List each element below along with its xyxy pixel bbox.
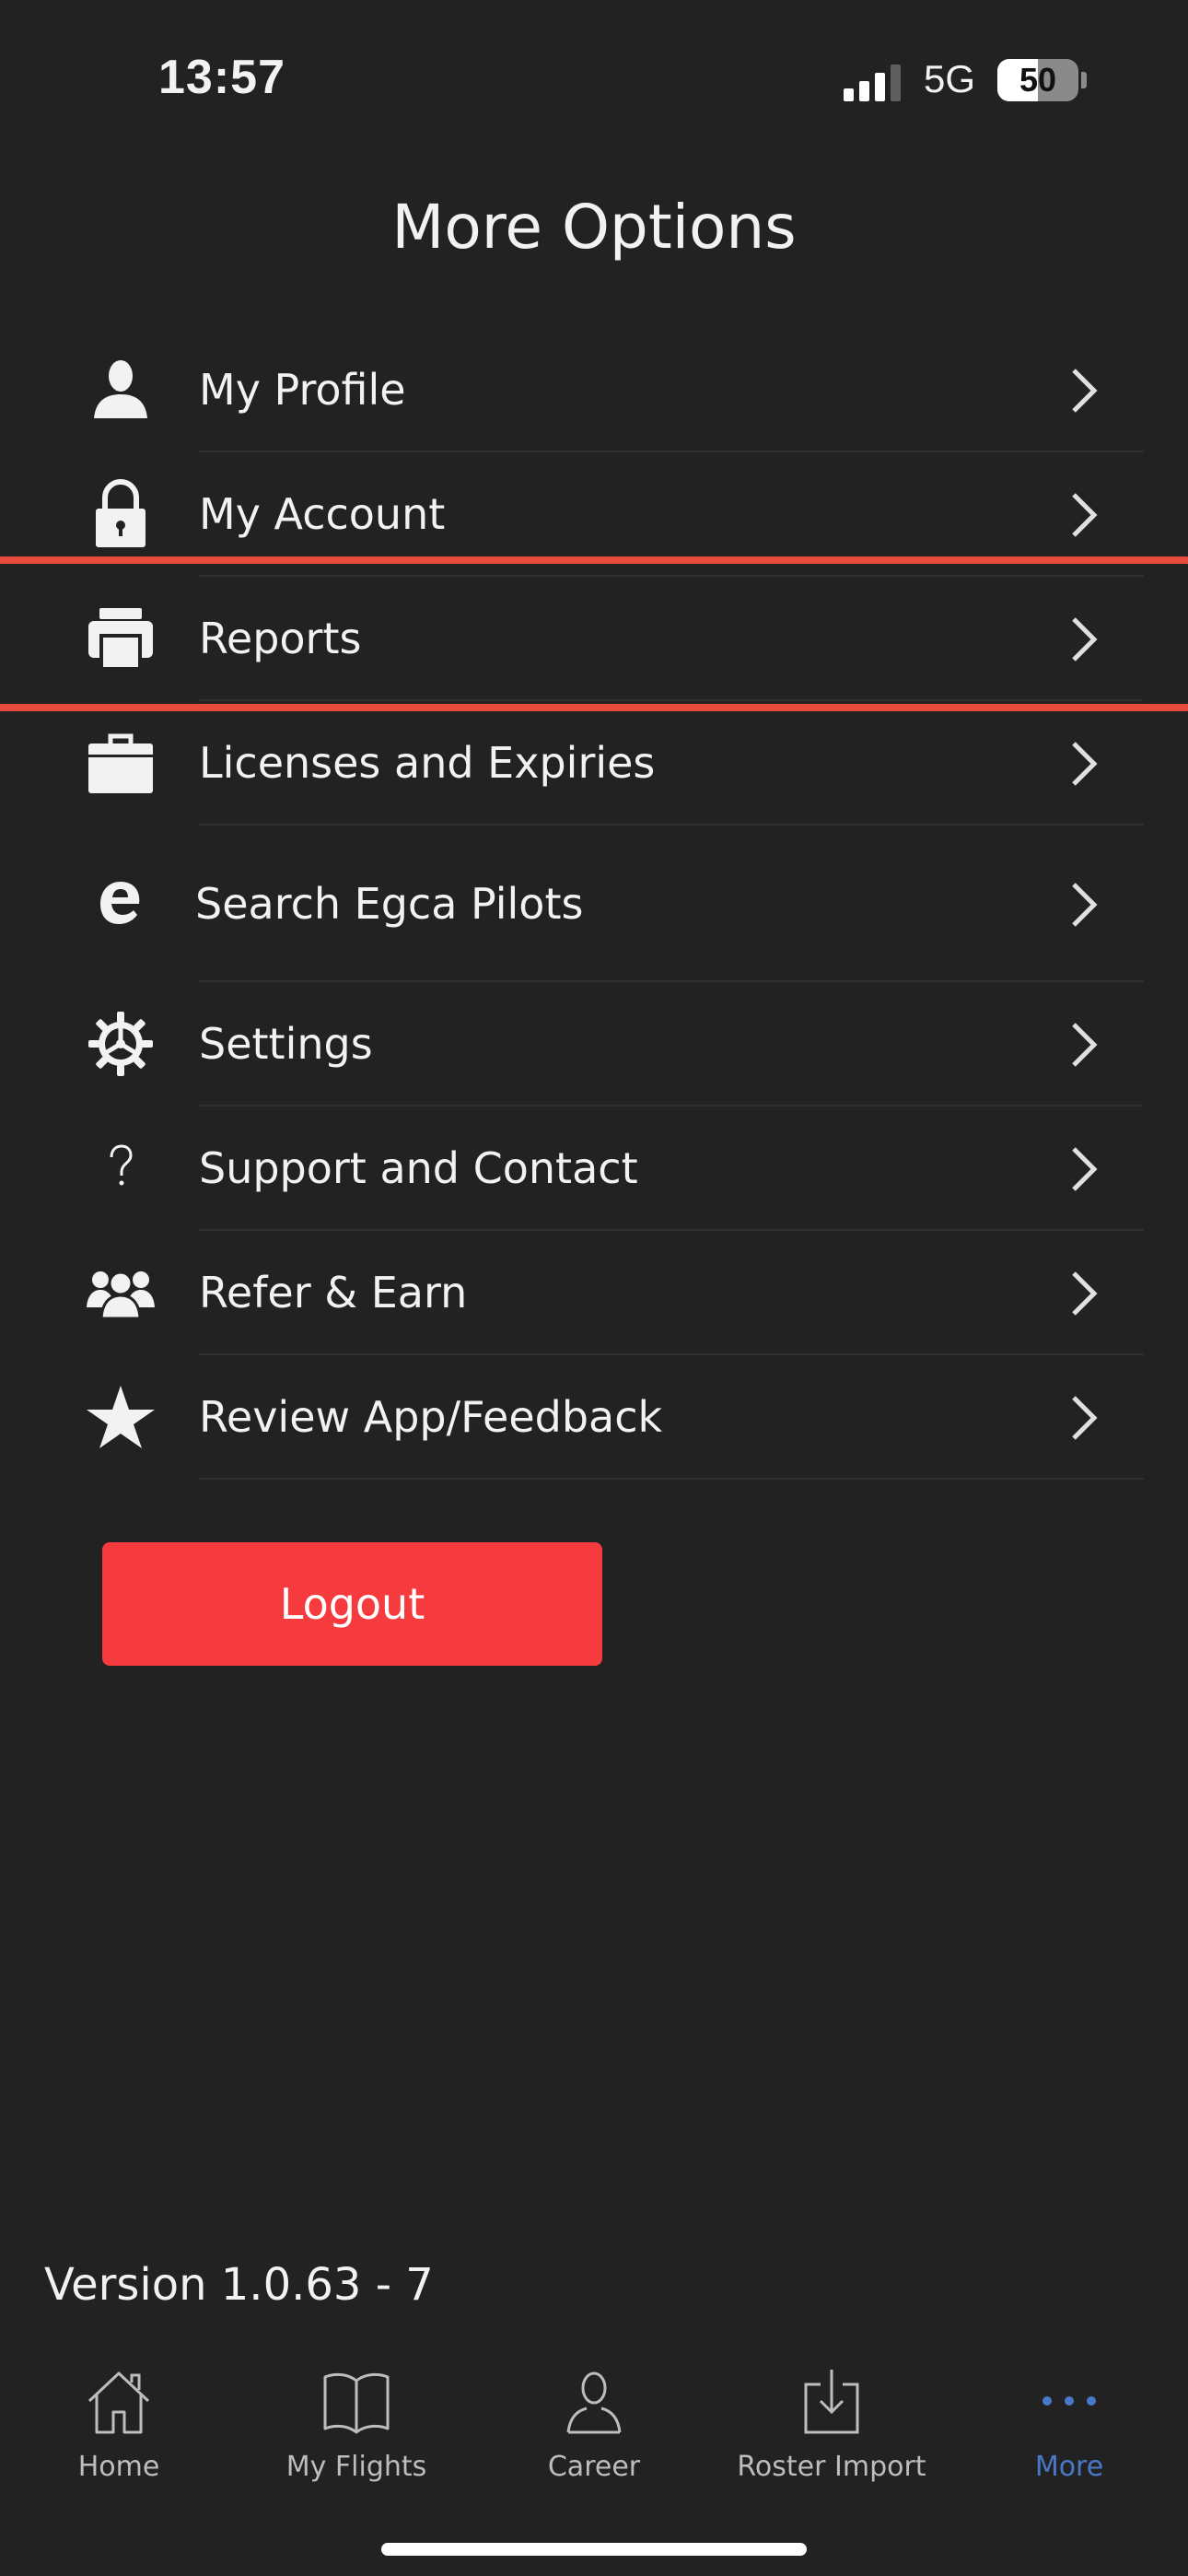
menu-item-label: Support and Contact bbox=[199, 1143, 638, 1193]
download-icon bbox=[804, 2370, 859, 2434]
tab-label: More bbox=[1034, 2451, 1104, 2483]
chevron-right-icon bbox=[1072, 1271, 1098, 1316]
menu-item-label: Search Egca Pilots bbox=[195, 879, 584, 929]
star-icon bbox=[85, 1381, 157, 1453]
chevron-right-icon bbox=[1072, 1023, 1098, 1067]
chevron-right-icon bbox=[1072, 369, 1098, 413]
gear-icon bbox=[85, 1008, 157, 1080]
battery-percent: 50 bbox=[1019, 61, 1057, 99]
tab-label: My Flights bbox=[285, 2451, 427, 2483]
menu-item-licenses-and-expiries[interactable]: Licenses and Expiries bbox=[0, 701, 1188, 825]
chevron-right-icon bbox=[1072, 1147, 1098, 1191]
chevron-right-icon bbox=[1072, 883, 1098, 927]
menu-item-search-egca-pilots[interactable]: Search Egca Pilots bbox=[0, 825, 1188, 982]
tab-more[interactable]: More bbox=[950, 2340, 1188, 2524]
status-time: 13:57 bbox=[158, 51, 285, 104]
home-icon bbox=[87, 2371, 150, 2434]
logout-button[interactable]: Logout bbox=[102, 1542, 602, 1666]
group-icon bbox=[85, 1257, 157, 1329]
menu-item-label: Settings bbox=[199, 1019, 373, 1069]
egca-e-icon bbox=[85, 866, 157, 938]
tab-label: Roster Import bbox=[737, 2451, 926, 2483]
menu-item-label: Review App/Feedback bbox=[199, 1392, 663, 1442]
divider bbox=[199, 1478, 1144, 1480]
user-icon bbox=[85, 354, 157, 426]
question-icon bbox=[85, 1132, 157, 1204]
book-icon bbox=[323, 2372, 390, 2434]
menu-item-settings[interactable]: Settings bbox=[0, 982, 1188, 1107]
cellular-signal-icon bbox=[844, 64, 901, 101]
tab-label: Career bbox=[547, 2451, 641, 2483]
menu-item-review-app-feedback[interactable]: Review App/Feedback bbox=[0, 1355, 1188, 1480]
menu-item-label: My Profile bbox=[199, 365, 406, 415]
app-version: Version 1.0.63 - 7 bbox=[44, 2259, 434, 2311]
page-title: More Options bbox=[391, 192, 797, 263]
chevron-right-icon bbox=[1072, 493, 1098, 537]
tab-bar: Home My Flights Career Roster Import Mor… bbox=[0, 2340, 1188, 2576]
network-type: 5G bbox=[924, 57, 976, 100]
menu-item-label: Refer & Earn bbox=[199, 1268, 468, 1317]
menu-item-my-profile[interactable]: My Profile bbox=[0, 328, 1188, 452]
tab-label: Home bbox=[77, 2451, 160, 2483]
briefcase-icon bbox=[85, 727, 157, 799]
tab-home[interactable]: Home bbox=[0, 2340, 238, 2524]
tab-career[interactable]: Career bbox=[475, 2340, 713, 2524]
status-bar: 13:57 5G 50 bbox=[0, 0, 1188, 157]
chevron-right-icon bbox=[1072, 742, 1098, 786]
more-dots-icon bbox=[1042, 2396, 1096, 2406]
home-indicator[interactable] bbox=[381, 2543, 807, 2556]
battery-tip bbox=[1081, 72, 1087, 88]
reports-highlight-outline bbox=[0, 556, 1188, 711]
menu-item-label: Licenses and Expiries bbox=[199, 738, 656, 788]
person-icon bbox=[566, 2371, 622, 2434]
lock-icon bbox=[85, 478, 157, 550]
menu-item-refer-and-earn[interactable]: Refer & Earn bbox=[0, 1231, 1188, 1355]
battery-icon: 50 bbox=[997, 59, 1078, 101]
tab-roster-import[interactable]: Roster Import bbox=[713, 2340, 950, 2524]
tab-my-flights[interactable]: My Flights bbox=[238, 2340, 475, 2524]
chevron-right-icon bbox=[1072, 1396, 1098, 1440]
menu-item-support-and-contact[interactable]: Support and Contact bbox=[0, 1107, 1188, 1231]
